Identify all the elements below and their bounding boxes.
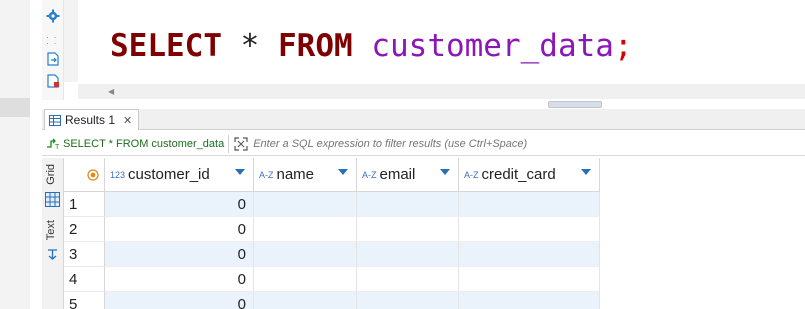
expand-icon[interactable] bbox=[233, 136, 249, 152]
column-header-label: email bbox=[379, 166, 416, 183]
cell-credit-card[interactable] bbox=[459, 267, 600, 292]
chevron-down-icon[interactable] bbox=[440, 169, 450, 175]
grid-icon[interactable] bbox=[45, 192, 60, 207]
row-number[interactable]: 1 bbox=[64, 192, 105, 217]
row-number[interactable]: 2 bbox=[64, 217, 105, 242]
sql-star: * bbox=[240, 28, 260, 64]
column-header-customer-id[interactable]: 123 customer_id bbox=[105, 158, 254, 192]
tab-text[interactable]: Text bbox=[45, 220, 57, 240]
text-view-icon[interactable] bbox=[46, 248, 59, 261]
scroll-left-icon[interactable]: ◀ bbox=[108, 87, 114, 96]
script-error-icon[interactable] bbox=[46, 74, 60, 88]
tab-grid[interactable]: Grid bbox=[45, 164, 57, 185]
cell-email[interactable] bbox=[357, 217, 459, 242]
editor-horizontal-scrollbar[interactable]: ◀ bbox=[78, 84, 805, 99]
svg-text:T: T bbox=[55, 144, 60, 150]
cell-email[interactable] bbox=[357, 192, 459, 217]
cell-customer-id[interactable]: 0 bbox=[105, 292, 254, 309]
cell-customer-id[interactable]: 0 bbox=[105, 242, 254, 267]
column-header-email[interactable]: A-Z email bbox=[357, 158, 459, 192]
column-header-label: customer_id bbox=[128, 166, 210, 183]
filter-query-button[interactable]: T SELECT * FROM customer_data bbox=[42, 138, 224, 150]
export-script-icon[interactable] bbox=[46, 52, 60, 66]
sql-table-name: customer_data bbox=[371, 28, 614, 64]
cell-name[interactable] bbox=[254, 292, 357, 309]
sql-keyword-from: FROM bbox=[278, 28, 353, 64]
left-panel bbox=[0, 0, 30, 309]
editor-spacer bbox=[30, 0, 42, 100]
column-header-label: credit_card bbox=[481, 166, 556, 183]
cell-email[interactable] bbox=[357, 267, 459, 292]
filter-input[interactable] bbox=[253, 137, 774, 150]
cell-credit-card[interactable] bbox=[459, 192, 600, 217]
panel-splitter[interactable] bbox=[548, 101, 602, 108]
grid-corner[interactable] bbox=[64, 158, 105, 192]
result-view-tabs: Grid Text bbox=[42, 158, 64, 309]
cell-name[interactable] bbox=[254, 267, 357, 292]
filter-bar: T SELECT * FROM customer_data bbox=[42, 132, 805, 156]
row-number[interactable]: 3 bbox=[64, 242, 105, 267]
cell-customer-id[interactable]: 0 bbox=[105, 192, 254, 217]
results-tabbar: Results 1 ✕ bbox=[42, 109, 805, 130]
cell-credit-card[interactable] bbox=[459, 217, 600, 242]
chevron-down-icon[interactable] bbox=[581, 169, 591, 175]
sql-semicolon: ; bbox=[613, 28, 633, 64]
gear-icon[interactable] bbox=[46, 9, 60, 23]
editor-toolbar: · · · · bbox=[42, 0, 64, 100]
results-grid[interactable]: 123 customer_id A-Z name A-Z email A-Z c… bbox=[64, 158, 805, 309]
row-number[interactable]: 5 bbox=[64, 292, 105, 309]
column-header-name[interactable]: A-Z name bbox=[254, 158, 357, 192]
sql-keyword-select: SELECT bbox=[110, 28, 222, 64]
cell-name[interactable] bbox=[254, 242, 357, 267]
cell-email[interactable] bbox=[357, 292, 459, 309]
tab-results-label: Results 1 bbox=[65, 113, 116, 127]
cell-customer-id[interactable]: 0 bbox=[105, 217, 254, 242]
cell-name[interactable] bbox=[254, 192, 357, 217]
filter-divider bbox=[228, 134, 230, 153]
toolbar-dots: · · · · bbox=[46, 32, 58, 48]
sql-statement[interactable]: SELECT * FROM customer_data; bbox=[110, 26, 633, 66]
cell-credit-card[interactable] bbox=[459, 292, 600, 309]
sql-editor[interactable]: SELECT * FROM customer_data; bbox=[78, 0, 805, 84]
row-number[interactable]: 4 bbox=[64, 267, 105, 292]
row-marker-icon bbox=[87, 169, 99, 181]
left-panel-selection bbox=[0, 98, 30, 117]
close-icon[interactable]: ✕ bbox=[123, 114, 132, 127]
text-type-icon: A-Z bbox=[259, 169, 274, 180]
chevron-down-icon[interactable] bbox=[235, 169, 245, 175]
table-icon bbox=[49, 114, 61, 126]
cell-customer-id[interactable]: 0 bbox=[105, 267, 254, 292]
editor-ruler bbox=[64, 0, 78, 82]
tab-results-1[interactable]: Results 1 ✕ bbox=[44, 109, 140, 130]
cell-email[interactable] bbox=[357, 242, 459, 267]
text-type-icon: A-Z bbox=[362, 169, 377, 180]
column-header-credit-card[interactable]: A-Z credit_card bbox=[459, 158, 600, 192]
chevron-down-icon[interactable] bbox=[338, 169, 348, 175]
sql-query-icon: T bbox=[47, 138, 60, 150]
text-type-icon: A-Z bbox=[464, 169, 479, 180]
column-header-label: name bbox=[276, 166, 315, 183]
filter-query-label: SELECT * FROM customer_data bbox=[63, 137, 225, 150]
cell-name[interactable] bbox=[254, 217, 357, 242]
cell-credit-card[interactable] bbox=[459, 242, 600, 267]
numeric-type-icon: 123 bbox=[110, 169, 126, 180]
